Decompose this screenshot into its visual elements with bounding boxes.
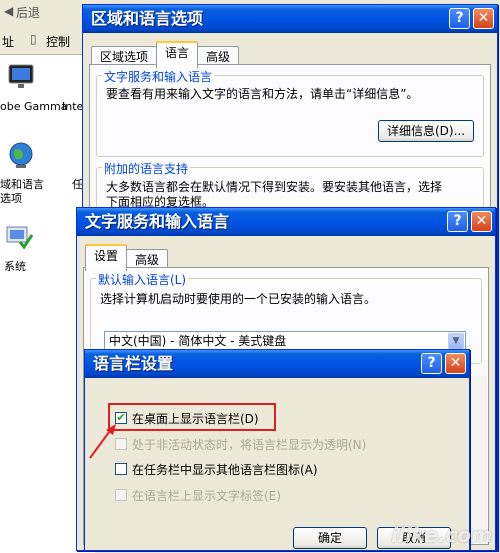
text-services-title: 文字服务和输入语言 [85,212,230,231]
text-services-tabs: 设置 高级 [85,244,169,271]
watermark-logo: ilike.com [391,523,492,547]
langbar-titlebar: 语言栏设置 [85,350,469,378]
text-services-group-title: 文字服务和输入语言 [102,68,215,85]
langbar-title: 语言栏设置 [93,354,174,373]
computer-check-icon[interactable] [4,222,34,255]
tab-settings[interactable]: 设置 [85,244,128,271]
ok-button[interactable]: 确定 [293,527,367,549]
folder-icon: ▯ [30,32,37,46]
close-icon[interactable]: ✕ [471,211,492,232]
input-language-select[interactable]: 中文(中国) - 简体中文 - 美式键盘 ▼ [104,331,466,351]
close-icon[interactable]: ✕ [445,353,466,374]
monitor-icon[interactable] [6,62,36,95]
help-icon[interactable]: ? [447,211,468,232]
system-label[interactable]: 系统 [4,260,26,274]
language-bar-settings-dialog: 语言栏设置 ? ✕ ✔ 在桌面上显示语言栏(D) 处于非活动状态时，将语言栏显示… [84,349,470,551]
text-labels-checkbox[interactable] [115,489,127,501]
back-icon[interactable]: ◀ [4,4,13,18]
text-labels-label: 在语言栏上显示文字标签(E) [132,489,281,503]
adobe-gamma-label[interactable]: obe Gamma [0,100,67,114]
list-scrollbar[interactable] [468,376,487,542]
taskbar-icons-checkbox[interactable] [115,463,127,475]
tab-languages[interactable]: 语言 [156,41,199,68]
help-icon[interactable]: ? [421,353,442,374]
highlight-box [108,403,276,431]
details-button[interactable]: 详细信息(D)... [378,120,474,142]
explorer-address-bar: 址 ▯ 控制 [0,26,95,55]
default-input-group-title: 默认输入语言(L) [96,271,189,288]
help-icon[interactable]: ? [449,8,470,29]
address-value[interactable]: 控制 [46,33,70,50]
arrow-annotation-icon [89,424,116,459]
default-input-description: 选择计算机启动时要使用的一个已安装的输入语言。 [100,292,377,306]
internet-label[interactable]: Inte [62,100,83,114]
text-services-description: 要查看有用来输入文字的语言和方法，请单击“详细信息”。 [106,87,419,101]
selected-language-value: 中文(中国) - 简体中文 - 美式键盘 [109,334,287,348]
globe-icon[interactable] [6,140,36,173]
text-services-titlebar: 文字服务和输入语言 [77,208,495,236]
close-icon[interactable]: ✕ [473,8,494,29]
address-label: 址 [2,35,15,49]
back-button-label[interactable]: 后退 [16,4,40,21]
chevron-down-icon[interactable]: ▼ [448,333,464,349]
supplemental-group-title: 附加的语言支持 [102,160,191,177]
taskbar-icons-label[interactable]: 在任务栏中显示其他语言栏图标(A) [132,461,318,478]
regional-options-label[interactable]: 域和语言 选项 [0,178,44,206]
explorer-toolbar: ◀ 后退 [0,0,95,27]
regional-dialog-title: 区域和语言选项 [91,9,204,28]
regional-dialog-titlebar: 区域和语言选项 [83,5,497,33]
transparent-label: 处于非活动状态时，将语言栏显示为透明(N) [132,438,367,452]
regional-tabs: 区域选项 语言 高级 [91,41,240,68]
